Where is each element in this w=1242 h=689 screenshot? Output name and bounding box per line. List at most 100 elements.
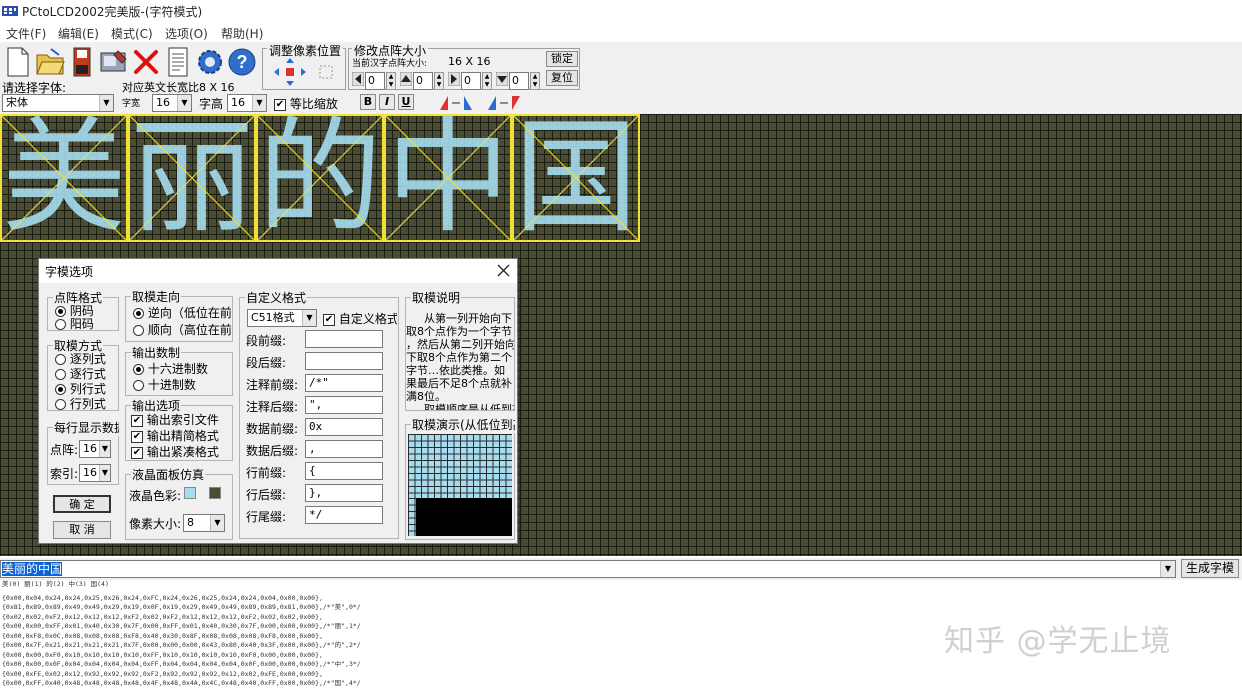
help-button[interactable]: ? [226,46,258,78]
spin-bottom-stepper[interactable]: ▲ ▼ [530,72,540,90]
ok-button[interactable]: 确 定 [53,495,111,513]
glyph-cell-1[interactable]: 丽 [128,114,256,242]
spin-left[interactable]: 0 [365,72,385,90]
radio-reverse-label: 逆向（低位在前） [147,306,231,320]
shrink-top-icon[interactable] [400,72,412,86]
mirror-vertical-icon[interactable] [486,94,522,112]
proportional-checkbox[interactable]: ✔ 等比缩放 [274,95,338,112]
segment-suffix-label: 段后缀: [246,356,287,370]
glyph-cell-0[interactable]: 美 [0,114,128,242]
dot-count-select[interactable]: 16 ▼ [79,440,111,458]
char-width-value: 16 [156,96,170,109]
chevron-down-icon: ▼ [210,515,224,531]
radio-decimal[interactable]: 十进制数 [133,376,196,393]
options-gear-button[interactable] [194,46,226,78]
open-icon [36,48,65,75]
index-count-label: 索引: [50,467,79,481]
checkmark-icon: ✔ [131,446,143,459]
text-input[interactable]: 美丽的中国 ▼ [0,560,1176,578]
spin-left-stepper[interactable]: ▲ ▼ [386,72,396,90]
check-compact-format-label: 输出精简格式 [146,429,219,443]
char-height-select[interactable]: 16 ▼ [227,94,267,112]
close-icon[interactable] [497,264,510,277]
line-prefix-input[interactable]: { [305,462,383,480]
data-prefix-input[interactable]: 0x [305,418,383,436]
line-end-input[interactable]: */ [305,506,383,524]
radio-forward[interactable]: 顺向（高位在前） [133,321,231,338]
radio-decimal-label: 十进制数 [147,378,196,392]
shrink-bottom-icon[interactable] [496,72,508,86]
shrink-left-icon[interactable] [352,72,364,86]
line-suffix-input[interactable]: }, [305,484,383,502]
format-select[interactable]: C51格式 ▼ [247,309,317,327]
delete-button[interactable] [130,46,162,78]
bold-button[interactable]: B [360,94,376,110]
check-index-file[interactable]: ✔ 输出索引文件 [131,411,231,428]
menu-file[interactable]: 文件(F) [6,25,46,42]
char-height-label: 字高 [199,97,224,111]
menu-options[interactable]: 选项(O) [165,25,208,42]
mirror-horizontal-icon[interactable] [438,94,474,112]
radio-reverse[interactable]: 逆向（低位在前） [133,304,231,321]
shrink-right-icon[interactable] [448,72,460,86]
cancel-button[interactable]: 取 消 [53,521,111,539]
gear-icon [198,50,222,74]
spin-bottom[interactable]: 0 [509,72,529,90]
settings-button[interactable] [98,46,130,78]
guide-lines [130,116,254,240]
radio-row-column[interactable]: 行列式 [55,395,106,412]
comment-prefix-input[interactable]: /*" [305,374,383,392]
spin-top[interactable]: 0 [413,72,433,90]
explanation-line: 取8个点作为一个字节 [406,325,512,338]
glyph-cell-4[interactable]: 国 [512,114,640,242]
italic-button[interactable]: I [379,94,395,110]
check-tight-format[interactable]: ✔ 输出紧凑格式 [131,443,231,460]
lcd-on-color-swatch[interactable] [184,487,196,499]
spin-right[interactable]: 0 [461,72,481,90]
data-suffix-input[interactable]: , [305,440,383,458]
dot-count-value: 16 [83,442,97,455]
comment-suffix-label: 注释后缀: [246,400,299,414]
explanation-line: 从第一列开始向下 [424,312,512,325]
dialog-title: 字模选项 [45,265,94,279]
index-count-select[interactable]: 16 ▼ [79,464,111,482]
glyph-cell-3[interactable]: 中 [384,114,512,242]
spin-right-stepper[interactable]: ▲ ▼ [482,72,492,90]
current-size-value: 16 X 16 [448,55,491,68]
save-button[interactable] [66,46,98,78]
font-select-value: 宋体 [6,96,28,109]
menu-help[interactable]: 帮助(H) [221,25,263,42]
notes-icon [168,47,188,77]
segment-prefix-input[interactable] [305,330,383,348]
comment-suffix-input[interactable]: ", [305,396,383,414]
segment-suffix-input[interactable] [305,352,383,370]
font-select[interactable]: 宋体 ▼ [2,94,114,112]
glyph-cell-2[interactable]: 的 [256,114,384,242]
reset-button[interactable]: 复位 [546,70,578,86]
radio-icon [133,325,144,336]
chevron-down-icon[interactable]: ▼ [1160,561,1175,577]
menu-edit[interactable]: 编辑(E) [58,25,99,42]
underline-button[interactable]: U [398,94,414,110]
custom-format-checkbox[interactable]: ✔ 自定义格式 [323,310,397,327]
shift-arrows-icon[interactable] [272,56,312,88]
menu-mode[interactable]: 模式(C) [111,25,153,42]
lock-button[interactable]: 锁定 [546,51,578,67]
lcd-off-color-swatch[interactable] [209,487,221,499]
pixel-size-select[interactable]: 8 ▼ [183,514,225,532]
char-width-select[interactable]: 16 ▼ [152,94,192,112]
radix-label: 输出数制 [131,344,182,361]
notes-button[interactable] [162,46,194,78]
font-options-dialog: 字模选项 点阵格式 阴码 阳码 取模方式 逐列式 逐行式 列行式 行列式 每行显… [38,258,518,544]
check-compact-format[interactable]: ✔ 输出精简格式 [131,427,231,444]
generate-button[interactable]: 生成字模 [1181,559,1239,578]
line-prefix-label: 行前缀: [246,466,287,480]
spin-top-stepper[interactable]: ▲ ▼ [434,72,444,90]
radio-positive[interactable]: 阳码 [55,315,94,332]
radio-hex[interactable]: 十六进制数 [133,360,208,377]
open-button[interactable] [34,46,66,78]
radio-icon [133,308,144,319]
center-icon[interactable] [318,64,334,80]
lcd-sim-label: 液晶面板仿真 [131,466,206,483]
new-button[interactable] [2,46,34,78]
